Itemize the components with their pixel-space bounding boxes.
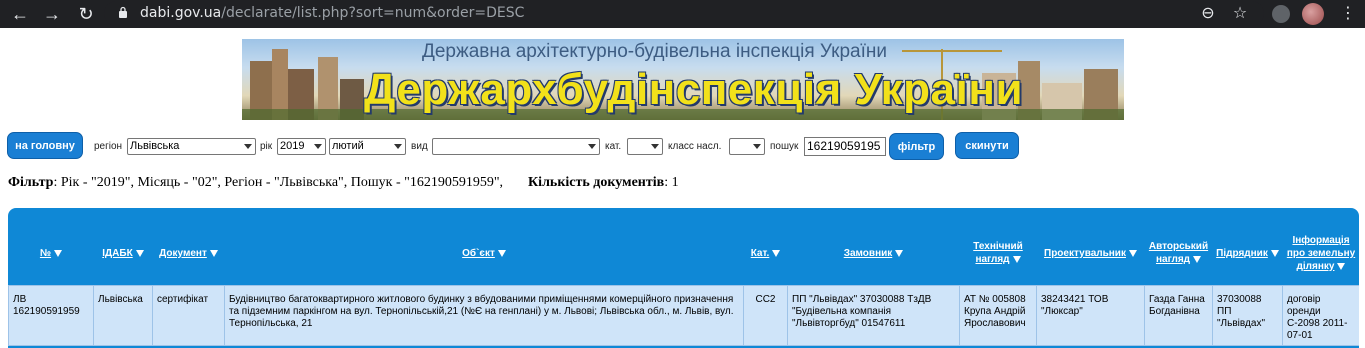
table-row: ЛВ 162190591959 Львівська сертифікат Буд…	[8, 284, 1359, 346]
filter-button[interactable]: фільтр	[889, 133, 944, 160]
cell-land-info: договір оренди С-2098 2011-07-01	[1282, 284, 1359, 346]
document-count-value: : 1	[664, 175, 679, 190]
cell-category: СС2	[743, 284, 788, 346]
sort-icon[interactable]	[1270, 249, 1279, 257]
region-select[interactable]: Львівська	[127, 138, 256, 155]
cell-document: сертифікат	[152, 284, 225, 346]
region-label: регіон	[94, 141, 123, 152]
zoom-icon[interactable]: ⊖	[1197, 3, 1219, 25]
column-header-customer[interactable]: Замовник	[788, 208, 960, 285]
banner-subtitle: Державна архітектурно-будівельна інспекц…	[422, 41, 887, 62]
site-banner: Державна архітектурно-будівельна інспекц…	[242, 39, 1124, 120]
url-host: dabi.gov.ua	[140, 5, 222, 21]
chevron-down-icon	[394, 144, 402, 149]
cell-object: Будівництво багатоквартирного житлового …	[224, 284, 744, 346]
cell-author-supervision: Газда Ганна Богданівна	[1144, 284, 1213, 346]
document-count-label: Кількість документів	[528, 175, 665, 190]
sort-icon[interactable]	[1128, 249, 1137, 257]
column-header-land-info[interactable]: Інформація про земельну ділянку	[1283, 208, 1360, 285]
sort-icon[interactable]	[1337, 262, 1346, 270]
filter-summary-label: Фільтр	[8, 175, 54, 190]
reload-icon[interactable]: ↻	[74, 2, 98, 26]
year-label: рік	[260, 141, 273, 152]
type-label: вид	[411, 141, 428, 152]
cell-contractor: 37030088 ПП "Львівдах"	[1212, 284, 1283, 346]
sort-icon[interactable]	[1193, 256, 1202, 264]
chevron-down-icon	[244, 144, 252, 149]
chevron-down-icon	[314, 144, 322, 149]
menu-icon[interactable]: ⋮	[1338, 3, 1358, 25]
column-header-designer[interactable]: Проектувальник	[1037, 208, 1145, 285]
banner-title: Держархбудінспекція України	[364, 65, 1024, 114]
category-select[interactable]	[627, 138, 663, 155]
sort-icon[interactable]	[772, 249, 781, 257]
type-select[interactable]	[432, 138, 600, 155]
chevron-down-icon	[651, 144, 659, 149]
column-header-category[interactable]: Кат.	[744, 208, 788, 285]
extension-icon[interactable]	[1272, 5, 1290, 23]
column-header-tech-supervision[interactable]: Технічний нагляд	[960, 208, 1037, 285]
avatar[interactable]	[1302, 3, 1324, 25]
cell-designer: 38243421 ТОВ "Люксар"	[1036, 284, 1145, 346]
browser-toolbar: ← → ↻ dabi.gov.ua/declarate/list.php?sor…	[0, 0, 1365, 28]
lock-icon	[119, 6, 127, 18]
url-path: /declarate/list.php?sort=num&order=DESC	[221, 5, 525, 21]
column-header-document[interactable]: Документ	[153, 208, 225, 285]
cell-customer: ПП "Львівдах" 37030088 ТзДВ "Будівельна …	[787, 284, 960, 346]
star-icon[interactable]: ☆	[1229, 3, 1251, 25]
month-select[interactable]: лютий	[329, 138, 406, 155]
column-header-idabk[interactable]: ІДАБК	[94, 208, 153, 285]
region-value: Львівська	[130, 140, 180, 152]
month-value: лютий	[332, 140, 364, 152]
class-select[interactable]	[729, 138, 765, 155]
class-label: класс насл.	[668, 141, 722, 152]
column-header-contractor[interactable]: Підрядник	[1213, 208, 1283, 285]
home-button[interactable]: на головну	[7, 132, 83, 159]
results-table: № ІДАБК Документ Об`єкт Кат. Замовник Те…	[8, 208, 1359, 348]
column-header-author-supervision[interactable]: Авторський нагляд	[1145, 208, 1213, 285]
column-header-object[interactable]: Об`єкт	[225, 208, 744, 285]
filter-summary-text: : Рік - "2019", Місяць - "02", Регіон - …	[53, 175, 504, 190]
table-header-row: № ІДАБК Документ Об`єкт Кат. Замовник Те…	[9, 208, 1360, 285]
year-value: 2019	[280, 140, 305, 152]
forward-icon[interactable]: →	[40, 2, 64, 26]
chevron-down-icon	[588, 144, 596, 149]
sort-icon[interactable]	[209, 249, 218, 257]
sort-icon[interactable]	[895, 249, 904, 257]
back-icon[interactable]: ←	[8, 2, 32, 26]
chevron-down-icon	[753, 144, 761, 149]
category-label: кат.	[605, 141, 622, 152]
sort-icon[interactable]	[497, 249, 506, 257]
search-label: пошук	[770, 141, 799, 152]
year-select[interactable]: 2019	[277, 138, 326, 155]
search-input[interactable]: 16219059195	[804, 137, 886, 156]
sort-icon[interactable]	[135, 249, 144, 257]
cell-number: ЛВ 162190591959	[8, 284, 94, 346]
reset-button[interactable]: скинути	[955, 132, 1019, 159]
sort-icon[interactable]	[54, 249, 63, 257]
cell-tech-supervision: АТ № 005808 Крупа Андрій Ярославович	[959, 284, 1037, 346]
cell-idabk: Львівська	[93, 284, 153, 346]
column-header-number[interactable]: №	[9, 208, 94, 285]
sort-icon[interactable]	[1012, 256, 1021, 264]
url-text[interactable]: dabi.gov.ua/declarate/list.php?sort=num&…	[140, 5, 524, 21]
filter-summary: Фільтр: Рік - "2019", Місяць - "02", Рег…	[8, 175, 679, 191]
